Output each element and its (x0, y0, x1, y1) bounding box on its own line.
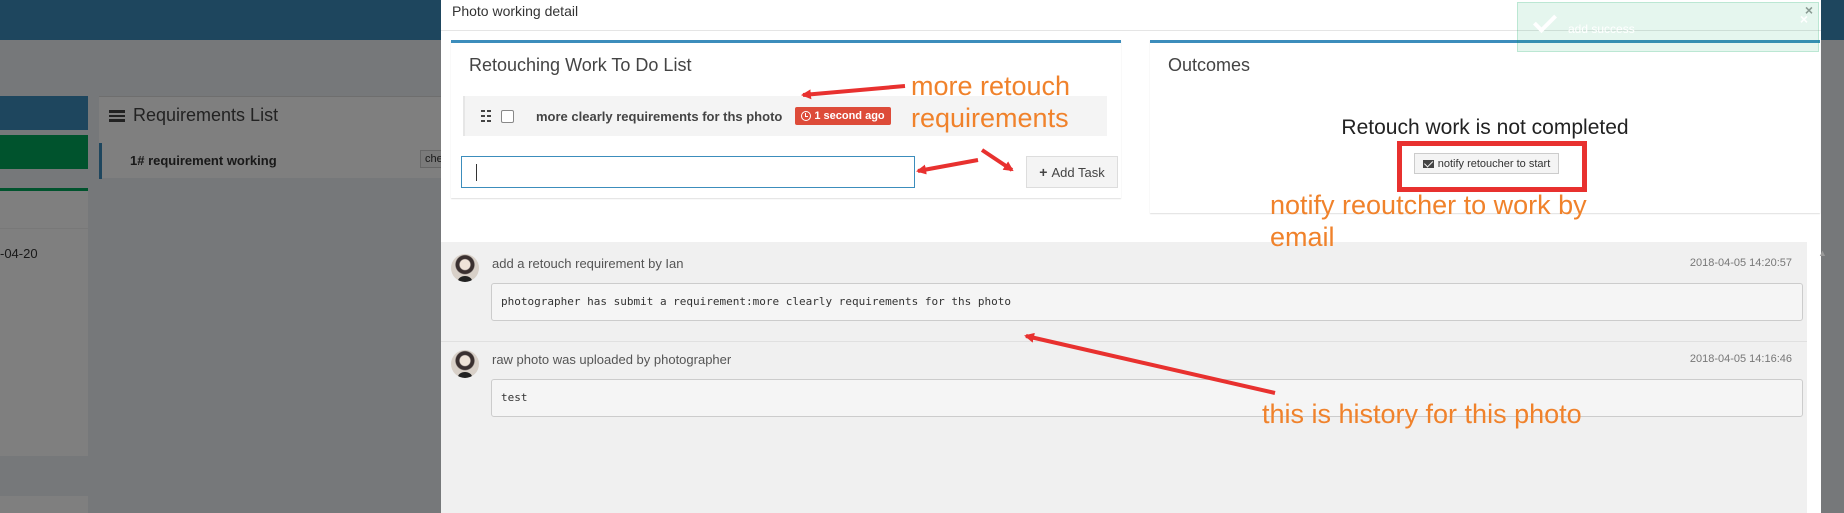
success-toast: add success × (1517, 2, 1819, 52)
history-item-time: 2018-04-05 14:16:46 (1689, 353, 1792, 365)
modal-title: Photo working detail (452, 3, 579, 19)
toast-message: add success (1568, 22, 1635, 36)
history-item-body: photographer has submit a requirement:mo… (491, 283, 1803, 321)
add-task-label: Add Task (1051, 164, 1105, 180)
plus-icon: + (1039, 164, 1048, 180)
annotation-history: this is history for this photo (1262, 399, 1582, 429)
time-badge-text: 1 second ago (814, 110, 885, 122)
scroll-up-arrow-icon[interactable]: ▲ (1818, 248, 1827, 258)
add-task-button[interactable]: + Add Task (1026, 156, 1118, 188)
clock-icon (801, 111, 812, 121)
time-badge: 1 second ago (795, 107, 891, 125)
text-caret (476, 164, 477, 181)
history-timeline: add a retouch requirement by Ian 2018-04… (441, 242, 1807, 513)
avatar (451, 350, 479, 378)
annotation-notify-email: notify reoutcher to work by email (1270, 190, 1587, 253)
todo-checkbox[interactable] (501, 109, 514, 123)
photo-detail-modal: Photo working detail × Retouching Work T… (441, 0, 1827, 513)
annotation-retouch-requirements: more retouch requirements (911, 71, 1071, 134)
notify-highlight-box (1397, 141, 1587, 192)
history-item-title: raw photo was uploaded by photographer (492, 352, 732, 367)
outcome-status: Retouch work is not completed (1341, 116, 1629, 139)
check-icon (1532, 8, 1558, 34)
avatar (451, 254, 479, 282)
todo-item-text: more clearly requirements for ths photo (536, 108, 783, 124)
history-separator (441, 341, 1807, 342)
history-item-time: 2018-04-05 14:20:57 (1689, 257, 1792, 269)
outcomes-title: Outcomes (1168, 55, 1251, 75)
todo-list-title: Retouching Work To Do List (469, 55, 692, 75)
toast-close-button[interactable]: × (1800, 11, 1808, 27)
new-task-input[interactable] (461, 156, 915, 188)
drag-handle-icon[interactable] (481, 110, 491, 122)
history-item-title: add a retouch requirement by Ian (492, 256, 684, 271)
